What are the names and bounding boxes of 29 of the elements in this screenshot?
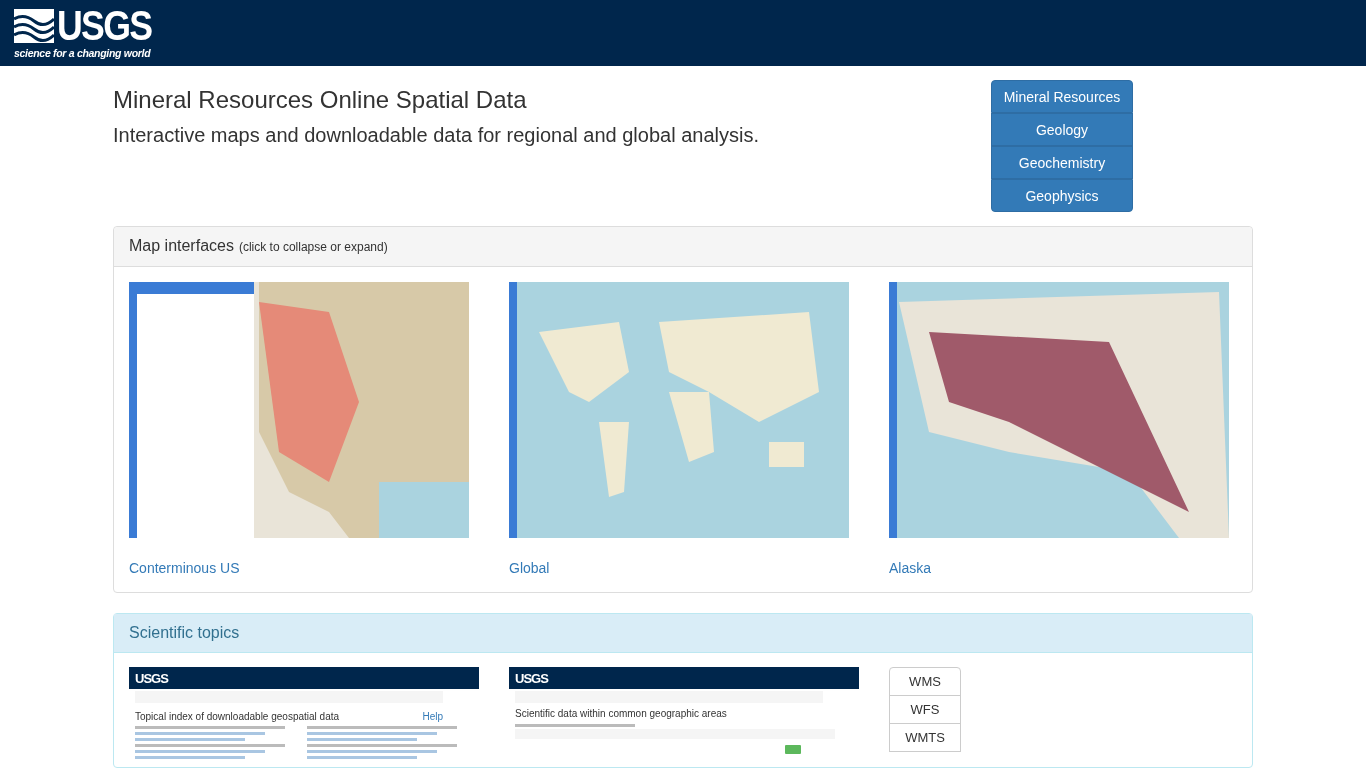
map-screenshot-drawing[interactable] xyxy=(129,282,469,538)
nav-button[interactable]: Geology xyxy=(991,113,1133,146)
logo-text[interactable]: USGS xyxy=(57,7,152,45)
panel-hint: (click to collapse or expand) xyxy=(238,240,388,254)
map-link[interactable]: Conterminous US xyxy=(129,560,240,576)
map-link[interactable]: Global xyxy=(509,560,550,576)
panel-header[interactable]: Scientific topics xyxy=(114,614,1252,653)
service-button[interactable]: WFS xyxy=(889,695,961,724)
panel-title: Map interfaces xyxy=(129,237,234,255)
map-link[interactable]: Alaska xyxy=(889,560,932,576)
map-button-drawing xyxy=(785,745,801,754)
service-button[interactable]: WMTS xyxy=(889,723,961,752)
logo-tagline: science for a changing world xyxy=(14,47,152,59)
map-screenshot-drawing[interactable] xyxy=(509,282,849,538)
page-title: Topical index of downloadable geospatial data xyxy=(135,711,340,722)
map-screenshot-drawing[interactable] xyxy=(889,282,1229,538)
waves-logo-icon[interactable] xyxy=(14,9,54,43)
page-title: Scientific data within common geographic areas xyxy=(515,708,728,719)
page-subtitle: Interactive maps and downloadable data for regional and global analysis. xyxy=(113,124,759,147)
nav-button[interactable]: Mineral Resources xyxy=(991,80,1133,113)
nav-button[interactable]: Geophysics xyxy=(991,179,1133,212)
logo-text: USGS xyxy=(135,670,168,686)
nav-button[interactable]: Geochemistry xyxy=(991,146,1133,179)
logo-text: USGS xyxy=(515,670,548,686)
service-button[interactable]: WMS xyxy=(889,667,961,696)
panel-title: Scientific topics xyxy=(129,624,240,641)
page-title: Mineral Resources Online Spatial Data xyxy=(113,86,528,114)
panel-header[interactable]: Map interfaces (click to collapse or expand) xyxy=(114,227,1252,267)
help-link: Help xyxy=(422,711,443,722)
